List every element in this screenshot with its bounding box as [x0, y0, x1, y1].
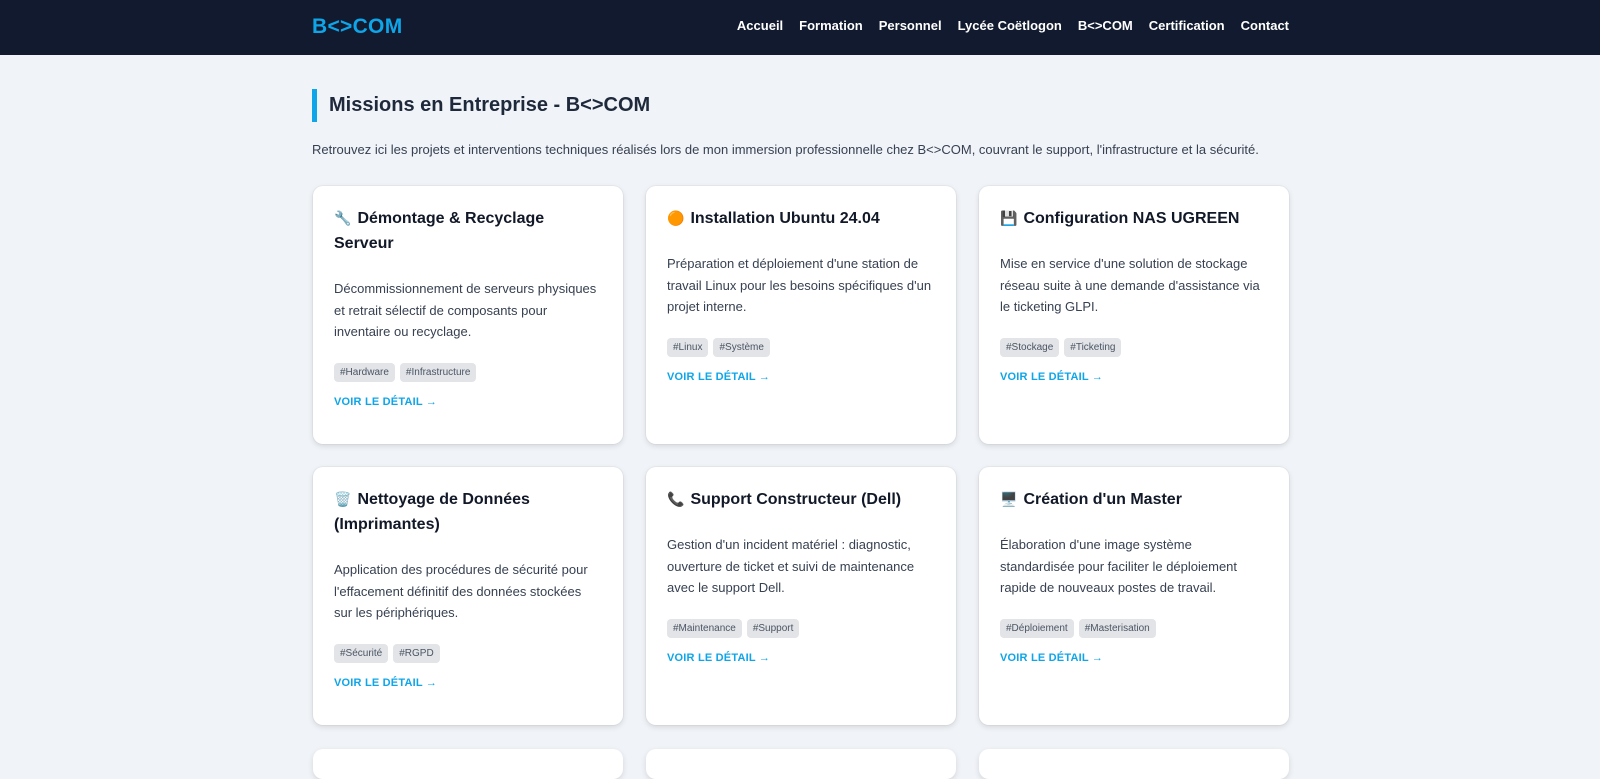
desktop-computer-icon: 🖥️: [1000, 491, 1018, 507]
view-detail-link[interactable]: VOIR LE DÉTAIL →: [1000, 371, 1268, 383]
tag-list: #Sécurité #RGPD: [334, 643, 602, 663]
nav-menu: Accueil Formation Personnel Lycée Coëtlo…: [737, 18, 1289, 33]
phone-icon: 📞: [667, 491, 685, 507]
view-detail-link[interactable]: VOIR LE DÉTAIL →: [334, 677, 602, 689]
tag-list: #Stockage #Ticketing: [1000, 337, 1268, 357]
view-detail-link[interactable]: VOIR LE DÉTAIL →: [667, 652, 935, 664]
tag: #Infrastructure: [399, 362, 477, 382]
page-title: Missions en Entreprise - B<>COM: [329, 94, 651, 116]
tag: #Linux: [667, 337, 709, 357]
tag-list: #Hardware #Infrastructure: [334, 362, 602, 382]
card-description: Gestion d'un incident matériel : diagnos…: [667, 537, 915, 595]
tag-list: #Maintenance #Support: [667, 618, 935, 638]
card-title: 💾 Configuration NAS UGREEN: [1000, 210, 1240, 227]
card-description: Élaboration d'une image système standard…: [1000, 537, 1238, 595]
tag: #RGPD: [393, 643, 440, 663]
card-title: 📞 Support Constructeur (Dell): [667, 491, 902, 508]
mission-card[interactable]: 🟠 Installation Ubuntu 24.04 Préparation e…: [646, 186, 956, 444]
mission-card-partial[interactable]: [313, 749, 623, 779]
wrench-icon: 🔧: [334, 210, 352, 226]
nav-link-lycee[interactable]: Lycée Coëtlogon: [958, 18, 1062, 33]
tag: #Masterisation: [1078, 618, 1156, 638]
card-description: Application des procédures de sécurité p…: [334, 562, 588, 620]
tag: #Déploiement: [1000, 618, 1074, 638]
nav-link-formation[interactable]: Formation: [799, 18, 863, 33]
nav-link-accueil[interactable]: Accueil: [737, 18, 783, 33]
missions-grid: 🔧 Démontage & Recyclage Serveur Décommiss…: [313, 186, 1289, 725]
view-detail-link[interactable]: VOIR LE DÉTAIL →: [667, 371, 935, 383]
mission-card[interactable]: 🖥️ Création d'un Master Élaboration d'une…: [979, 467, 1289, 725]
top-navbar: B<>COM Accueil Formation Personnel Lycée…: [0, 0, 1600, 55]
nav-link-personnel[interactable]: Personnel: [879, 18, 942, 33]
nav-link-contact[interactable]: Contact: [1241, 18, 1289, 33]
view-detail-link[interactable]: VOIR LE DÉTAIL →: [334, 396, 602, 408]
tag: #Sécurité: [334, 643, 389, 663]
orange-circle-icon: 🟠: [667, 210, 685, 226]
card-title: 🖥️ Création d'un Master: [1000, 491, 1182, 508]
mission-card[interactable]: 🗑️ Nettoyage de Données (Imprimantes) App…: [313, 467, 623, 725]
card-title: 🟠 Installation Ubuntu 24.04: [667, 210, 880, 227]
tag: #Support: [746, 618, 800, 638]
nav-link-certification[interactable]: Certification: [1149, 18, 1225, 33]
card-description: Préparation et déploiement d'une station…: [667, 256, 932, 314]
tag: #Système: [713, 337, 770, 357]
mission-card[interactable]: 💾 Configuration NAS UGREEN Mise en servic…: [979, 186, 1289, 444]
card-description: Mise en service d'une solution de stocka…: [1000, 256, 1260, 314]
brand-logo[interactable]: B<>COM: [312, 15, 403, 39]
view-detail-link[interactable]: VOIR LE DÉTAIL →: [1000, 652, 1268, 664]
card-title: 🗑️ Nettoyage de Données (Imprimantes): [334, 491, 530, 533]
tag: #Stockage: [1000, 337, 1060, 357]
mission-card-partial[interactable]: [646, 749, 956, 779]
card-title: 🔧 Démontage & Recyclage Serveur: [334, 210, 545, 252]
mission-card[interactable]: 🔧 Démontage & Recyclage Serveur Décommiss…: [313, 186, 623, 444]
intro-text: Retrouvez ici les projets et interventio…: [312, 142, 1259, 157]
mission-card-partial[interactable]: [979, 749, 1289, 779]
mission-card[interactable]: 📞 Support Constructeur (Dell) Gestion d'u…: [646, 467, 956, 725]
tag: #Hardware: [334, 362, 395, 382]
nav-link-bcom[interactable]: B<>COM: [1078, 18, 1133, 33]
tag-list: #Déploiement #Masterisation: [1000, 618, 1268, 638]
tag-list: #Linux #Système: [667, 337, 935, 357]
card-description: Décommissionnement de serveurs physiques…: [334, 281, 597, 339]
trash-icon: 🗑️: [334, 491, 352, 507]
tag: #Maintenance: [667, 618, 742, 638]
floppy-disk-icon: 💾: [1000, 210, 1018, 226]
tag: #Ticketing: [1064, 337, 1122, 357]
section-heading: Missions en Entreprise - B<>COM: [312, 89, 650, 122]
